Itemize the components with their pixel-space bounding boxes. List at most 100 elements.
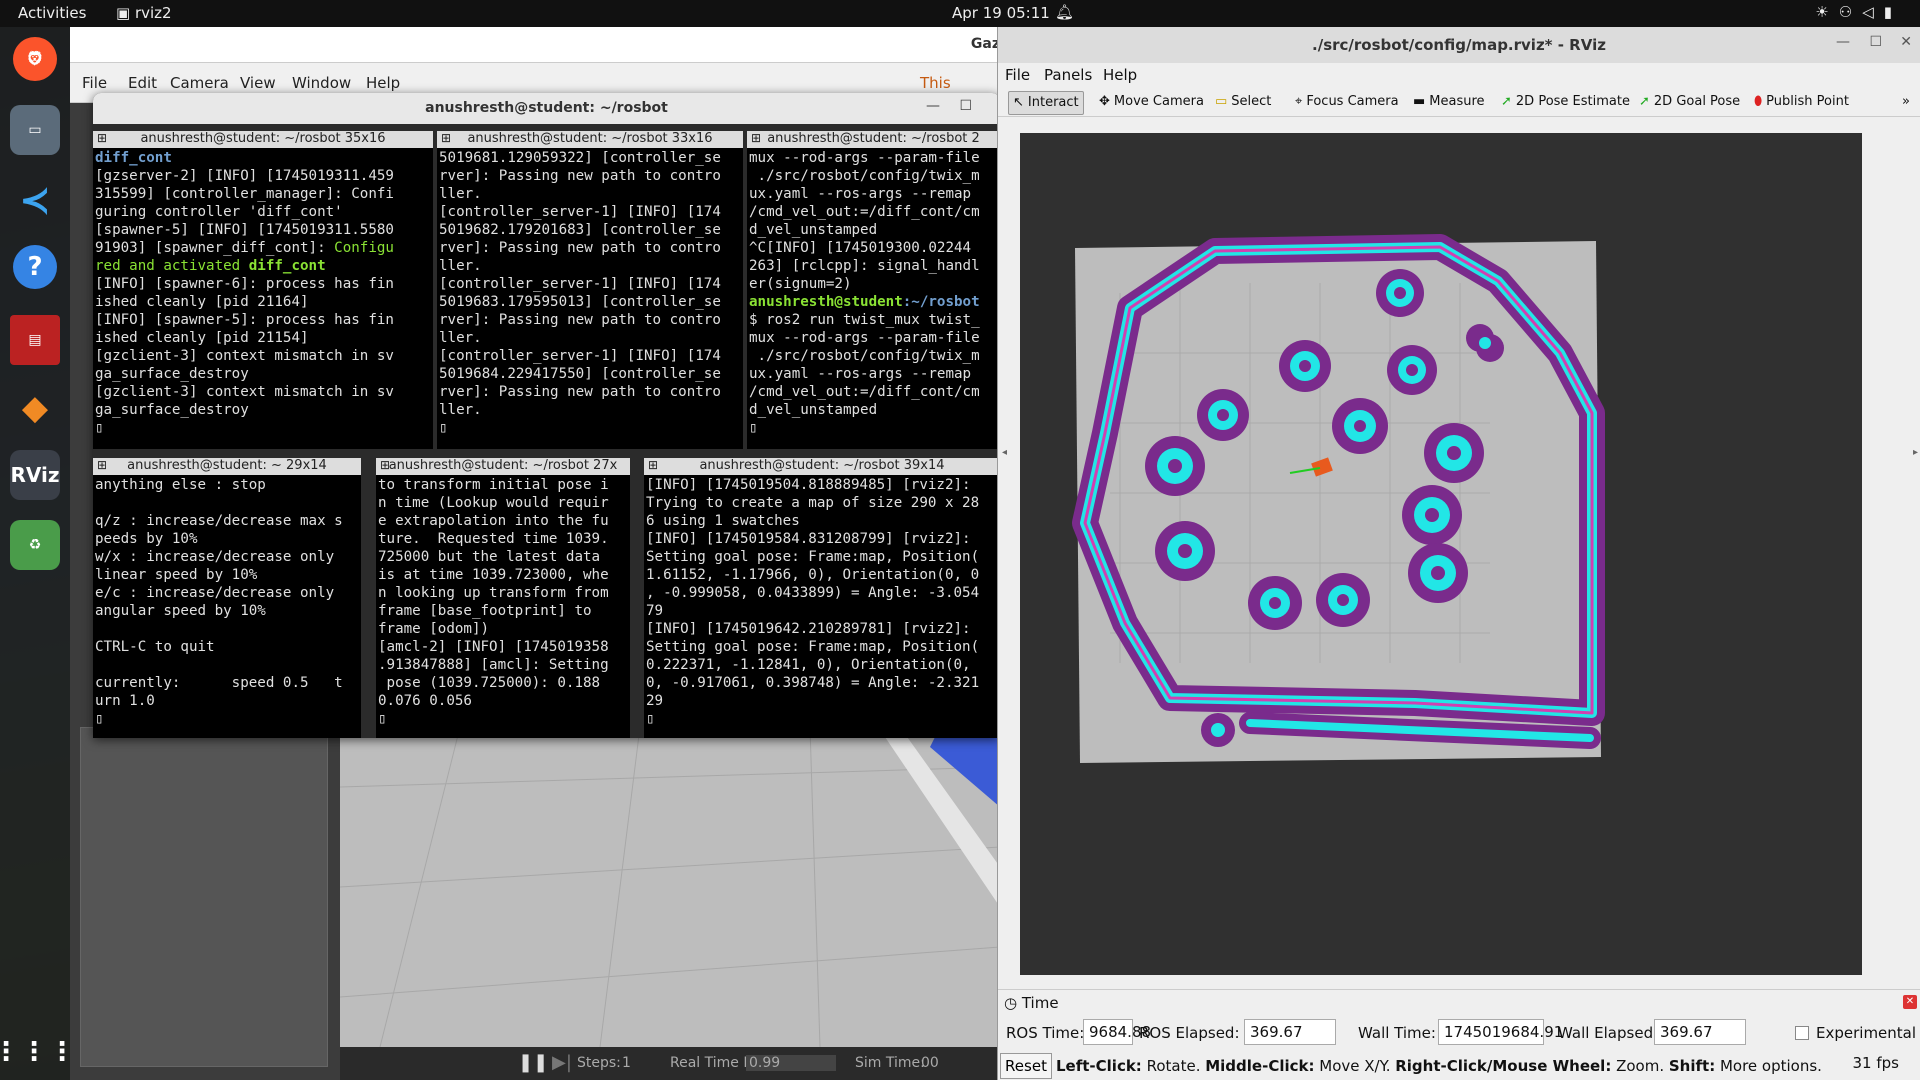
- terminal-line: .913847888] [amcl]: Setting: [378, 657, 609, 673]
- tool-interact[interactable]: ↖ Interact: [1008, 91, 1084, 115]
- gazebo-menu-file[interactable]: File: [82, 74, 107, 92]
- trash-icon[interactable]: ♻: [10, 520, 60, 570]
- terminal-line: [amcl-2] [INFO] [1745019358: [378, 639, 609, 655]
- gazebo-menu-help[interactable]: Help: [366, 74, 400, 92]
- help-icon[interactable]: ?: [13, 245, 57, 289]
- gazebo-menu-window[interactable]: Window: [292, 74, 351, 92]
- activities-button[interactable]: Activities: [18, 4, 86, 22]
- terminal-line: e/c : increase/decrease only: [95, 585, 335, 601]
- terminal-line: [controller_server-1] [INFO] [174: [439, 204, 721, 220]
- reset-button[interactable]: Reset: [1000, 1053, 1052, 1079]
- terminal-pane[interactable]: ⊞ anushresth@student: ~/rosbot 2 mux --ro…: [747, 131, 1000, 449]
- terminal-line: ture. Requested time 1039.: [378, 531, 609, 547]
- vscode-icon[interactable]: ≺: [10, 175, 60, 225]
- wall-time-field[interactable]: 1745019684.91: [1438, 1019, 1563, 1045]
- terminal-pane[interactable]: ⊞ anushresth@student: ~ 29x14 anything el…: [93, 458, 361, 738]
- dock: 🦁︎ ▭ ≺ ? ▤ ◆ RViz ♻ ⋮⋮⋮: [0, 27, 75, 1080]
- top-bar: Activities ▣ rviz2 Apr 19 05:11 🔔︎ ☀⚇◁▮: [0, 0, 1920, 27]
- gazebo-menu-view[interactable]: View: [240, 74, 276, 92]
- rviz-3d-viewport[interactable]: [1020, 133, 1862, 975]
- terminal-line: rver]: Passing new path to contro: [439, 312, 721, 328]
- rviz-window: ./src/rosbot/config/map.rviz* - RViz — ☐…: [997, 27, 1920, 1080]
- gazebo-3d-scene[interactable]: [339, 726, 1001, 1048]
- terminal-pane[interactable]: ⊞ anushresth@student: ~/rosbot 35x16 diff…: [93, 131, 433, 449]
- terminal-line: w/x : increase/decrease only: [95, 549, 335, 565]
- fps-counter: 31 fps: [1852, 1054, 1899, 1072]
- maximize-button[interactable]: ☐: [959, 98, 972, 114]
- pause-button[interactable]: ❚❚: [518, 1052, 548, 1073]
- occupancy-map: [1072, 234, 1605, 763]
- terminal-line: Setting goal pose: Frame:map, Position(: [646, 549, 980, 565]
- terminal-line: ller.: [439, 258, 482, 274]
- gazebo-menu-edit[interactable]: Edit: [128, 74, 157, 92]
- terminal-line: 0, -0.917061, 0.398748) = Angle: -2.321: [646, 675, 980, 691]
- brightness-icon: ☀: [1815, 3, 1839, 21]
- sublime-icon[interactable]: ◆: [10, 383, 60, 433]
- left-dock-handle[interactable]: ◂: [1002, 447, 1007, 458]
- gazebo-menu-camera[interactable]: Camera: [170, 74, 229, 92]
- right-dock-handle[interactable]: ▸: [1913, 447, 1918, 458]
- bell-icon: 🔔︎: [1055, 3, 1075, 21]
- steps-value[interactable]: 1: [622, 1055, 631, 1071]
- pane-grid-icon: ⊞: [441, 131, 452, 145]
- clock[interactable]: Apr 19 05:11: [952, 4, 1050, 22]
- terminal-line: , -0.999058, 0.0433899) = Angle: -3.054: [646, 585, 980, 601]
- active-app-menu[interactable]: ▣ rviz2: [116, 4, 172, 22]
- tool-move-camera[interactable]: ✥ Move Camera: [1095, 91, 1208, 115]
- terminal-line: [INFO] [1745019642.210289781] [rviz2]:: [646, 621, 971, 637]
- step-button[interactable]: ▶|: [552, 1052, 572, 1073]
- minimize-button[interactable]: —: [1836, 34, 1850, 50]
- tool-focus-camera[interactable]: ⌖ Focus Camera: [1291, 91, 1403, 115]
- files-icon[interactable]: ▭: [10, 105, 60, 155]
- terminal-line: currently: speed 0.5 t: [95, 675, 343, 691]
- tool-2d-pose-estimate[interactable]: ➚ 2D Pose Estimate: [1497, 91, 1634, 115]
- ros-time-field[interactable]: 9684.88: [1083, 1019, 1151, 1045]
- terminal-icon[interactable]: ▤: [10, 315, 60, 365]
- pane-grid-icon: ⊞: [380, 458, 391, 472]
- pane-grid-icon: ⊞: [648, 458, 659, 472]
- terminal-line: 6 using 1 swatches: [646, 513, 800, 529]
- ros-elapsed-field[interactable]: 369.67: [1244, 1019, 1336, 1045]
- status-hint: Left-Click: Rotate. Middle-Click: Move X…: [1056, 1057, 1822, 1075]
- volume-icon: ◁: [1862, 3, 1884, 21]
- terminal-pane[interactable]: ⊞ anushresth@student: ~/rosbot 33x16 5019…: [437, 131, 743, 449]
- close-button[interactable]: ✕: [1900, 34, 1912, 50]
- pane-grid-icon: ⊞: [751, 131, 762, 145]
- terminal-pane[interactable]: ⊞ anushresth@student: ~/rosbot 39x14 [INF…: [644, 458, 1000, 738]
- experimental-checkbox[interactable]: [1795, 1026, 1809, 1040]
- gazebo-title: Gaz: [70, 27, 1000, 63]
- terminal-line: peeds by 10%: [95, 531, 198, 547]
- app-grid-icon[interactable]: ⋮⋮⋮: [0, 1027, 75, 1077]
- close-panel-icon[interactable]: ✕: [1903, 995, 1917, 1009]
- terminal-line: Trying to create a map of size 290 x 28: [646, 495, 980, 511]
- terminal-line: rver]: Passing new path to contro: [439, 168, 721, 184]
- clock-icon: ◷: [1004, 994, 1022, 1012]
- terminal-line: 5019681.129059322] [controller_se: [439, 150, 721, 166]
- terminal-line: is at time 1039.723000, whe: [378, 567, 609, 583]
- rviz-menu-file[interactable]: File: [1005, 66, 1030, 84]
- brave-icon[interactable]: 🦁︎: [13, 37, 57, 81]
- terminal-line: linear speed by 10%: [95, 567, 258, 583]
- toolbar-overflow-icon[interactable]: »: [1898, 91, 1914, 115]
- terminal-line: ller.: [439, 186, 482, 202]
- terminal-pane[interactable]: ⊞ anushresth@student: ~/rosbot 27x to tra…: [376, 458, 630, 738]
- pin-icon: ⬮: [1754, 94, 1763, 109]
- system-tray[interactable]: ☀⚇◁▮: [1815, 3, 1902, 21]
- rviz-menu-help[interactable]: Help: [1103, 66, 1137, 84]
- tool-2d-goal-pose[interactable]: ➚ 2D Goal Pose: [1635, 91, 1744, 115]
- terminal-line: to transform initial pose i: [378, 477, 609, 493]
- terminal-line: ller.: [439, 402, 482, 418]
- rviz-menu-panels[interactable]: Panels: [1044, 66, 1092, 84]
- experimental-label: Experimental: [1816, 1024, 1917, 1042]
- minimize-button[interactable]: —: [926, 98, 940, 114]
- terminal-line: 79: [646, 603, 664, 619]
- tool-measure[interactable]: ▬ Measure: [1409, 91, 1489, 115]
- tool-select[interactable]: ▭ Select: [1211, 91, 1275, 115]
- terminal-line: [INFO] [1745019504.818889485] [rviz2]:: [646, 477, 971, 493]
- rviz-menubar: File Panels Help: [998, 63, 1920, 87]
- maximize-button[interactable]: ☐: [1869, 34, 1882, 50]
- tool-publish-point[interactable]: ⬮ Publish Point: [1750, 91, 1853, 115]
- rviz-icon[interactable]: RViz: [10, 450, 60, 500]
- wall-elapsed-field[interactable]: 369.67: [1654, 1019, 1746, 1045]
- rviz-app-icon: ▣: [116, 4, 135, 22]
